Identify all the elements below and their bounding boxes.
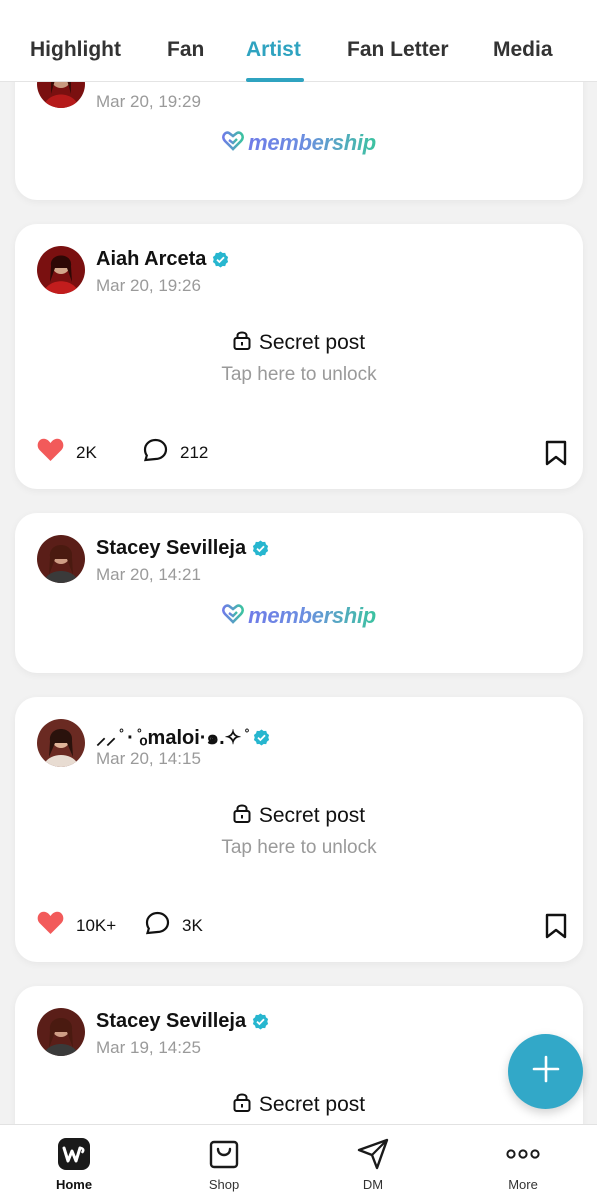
verified-badge-icon — [212, 251, 229, 268]
post-card[interactable]: Stacey Sevilleja Mar 19, 14:25 Secret po… — [15, 986, 583, 1124]
membership-banner[interactable]: membership — [15, 130, 583, 156]
bookmark-icon[interactable] — [545, 913, 567, 944]
lock-icon — [233, 1092, 251, 1118]
secret-post-title: Secret post — [258, 804, 366, 827]
nav-more-label: More — [508, 1177, 538, 1192]
nav-dm[interactable]: DM — [318, 1137, 428, 1192]
comment-button[interactable]: 3K — [145, 911, 203, 940]
post-card[interactable]: ⸝⸝ ̊ · ̊ₒmaloi·๑.✧ ̊ Mar 20, 14:15 Secre… — [15, 697, 583, 962]
avatar[interactable] — [37, 246, 85, 294]
author-name[interactable]: Stacey Sevilleja — [96, 537, 246, 560]
comment-count: 212 — [180, 442, 209, 462]
nav-home-label: Home — [55, 1177, 93, 1192]
top-tab-bar: Highlight Fan Artist Fan Letter Media — [0, 0, 597, 82]
secret-post-unlock[interactable]: Secret post Tap here to unlock — [15, 330, 583, 386]
avatar[interactable] — [37, 719, 85, 767]
post-card[interactable]: Stacey Sevilleja Mar 20, 14:21 membershi… — [15, 513, 583, 673]
like-button[interactable]: 10K+ — [37, 911, 116, 940]
membership-banner[interactable]: membership — [15, 603, 583, 629]
secret-post-title: Secret post — [258, 1093, 366, 1116]
post-date: Mar 20, 14:21 — [96, 565, 201, 584]
author-name[interactable]: Aiah Arceta — [96, 248, 206, 271]
unlock-hint: Tap here to unlock — [221, 364, 377, 385]
verified-badge-icon — [253, 729, 270, 746]
post-date: Mar 20, 19:26 — [96, 276, 201, 295]
shopping-bag-icon — [169, 1137, 279, 1171]
paper-plane-icon — [318, 1137, 428, 1171]
comment-bubble-icon — [145, 911, 170, 940]
lock-icon — [233, 803, 251, 829]
membership-heart-icon — [222, 603, 245, 629]
secret-post-title: Secret post — [258, 331, 366, 354]
tab-highlight[interactable]: Highlight — [30, 38, 121, 62]
secret-post-unlock[interactable]: Secret post — [15, 1092, 583, 1118]
heart-icon — [37, 438, 64, 467]
active-tab-indicator — [246, 78, 304, 82]
nav-shop[interactable]: Shop — [169, 1137, 279, 1192]
artist-feed[interactable]: Mar 20, 19:29 membership Aiah Arceta Mar… — [0, 0, 597, 1124]
nav-home[interactable]: Home — [19, 1137, 129, 1192]
more-dots-icon — [468, 1137, 578, 1171]
comment-count: 3K — [182, 915, 203, 935]
nav-shop-label: Shop — [208, 1177, 240, 1192]
post-date: Mar 20, 14:15 — [96, 749, 201, 768]
avatar[interactable] — [37, 535, 85, 583]
secret-post-unlock[interactable]: Secret post Tap here to unlock — [15, 803, 583, 859]
tab-fan[interactable]: Fan — [167, 38, 204, 62]
comment-bubble-icon — [143, 438, 168, 467]
membership-heart-icon — [222, 130, 245, 156]
post-date: Mar 20, 19:29 — [96, 92, 201, 111]
membership-label: membership — [248, 603, 376, 628]
tab-media[interactable]: Media — [493, 38, 553, 62]
unlock-hint: Tap here to unlock — [221, 837, 377, 858]
tab-artist[interactable]: Artist — [246, 38, 301, 62]
bottom-navigation: Home Shop DM More — [0, 1124, 597, 1200]
like-count: 10K+ — [76, 915, 117, 935]
nav-more[interactable]: More — [468, 1137, 578, 1192]
weverse-home-icon — [19, 1137, 129, 1171]
plus-icon — [531, 1054, 561, 1089]
comment-button[interactable]: 212 — [143, 438, 208, 467]
bookmark-icon[interactable] — [545, 440, 567, 471]
like-count: 2K — [76, 442, 97, 462]
nav-dm-label: DM — [362, 1177, 384, 1192]
create-post-button[interactable] — [508, 1034, 583, 1109]
heart-icon — [37, 911, 64, 940]
lock-icon — [233, 330, 251, 356]
verified-badge-icon — [252, 540, 269, 557]
like-button[interactable]: 2K — [37, 438, 97, 467]
author-name[interactable]: Stacey Sevilleja — [96, 1010, 246, 1033]
membership-label: membership — [248, 130, 376, 155]
verified-badge-icon — [252, 1013, 269, 1030]
post-card[interactable]: Aiah Arceta Mar 20, 19:26 Secret post Ta… — [15, 224, 583, 489]
avatar[interactable] — [37, 1008, 85, 1056]
post-date: Mar 19, 14:25 — [96, 1038, 201, 1057]
tab-fan-letter[interactable]: Fan Letter — [347, 38, 449, 62]
